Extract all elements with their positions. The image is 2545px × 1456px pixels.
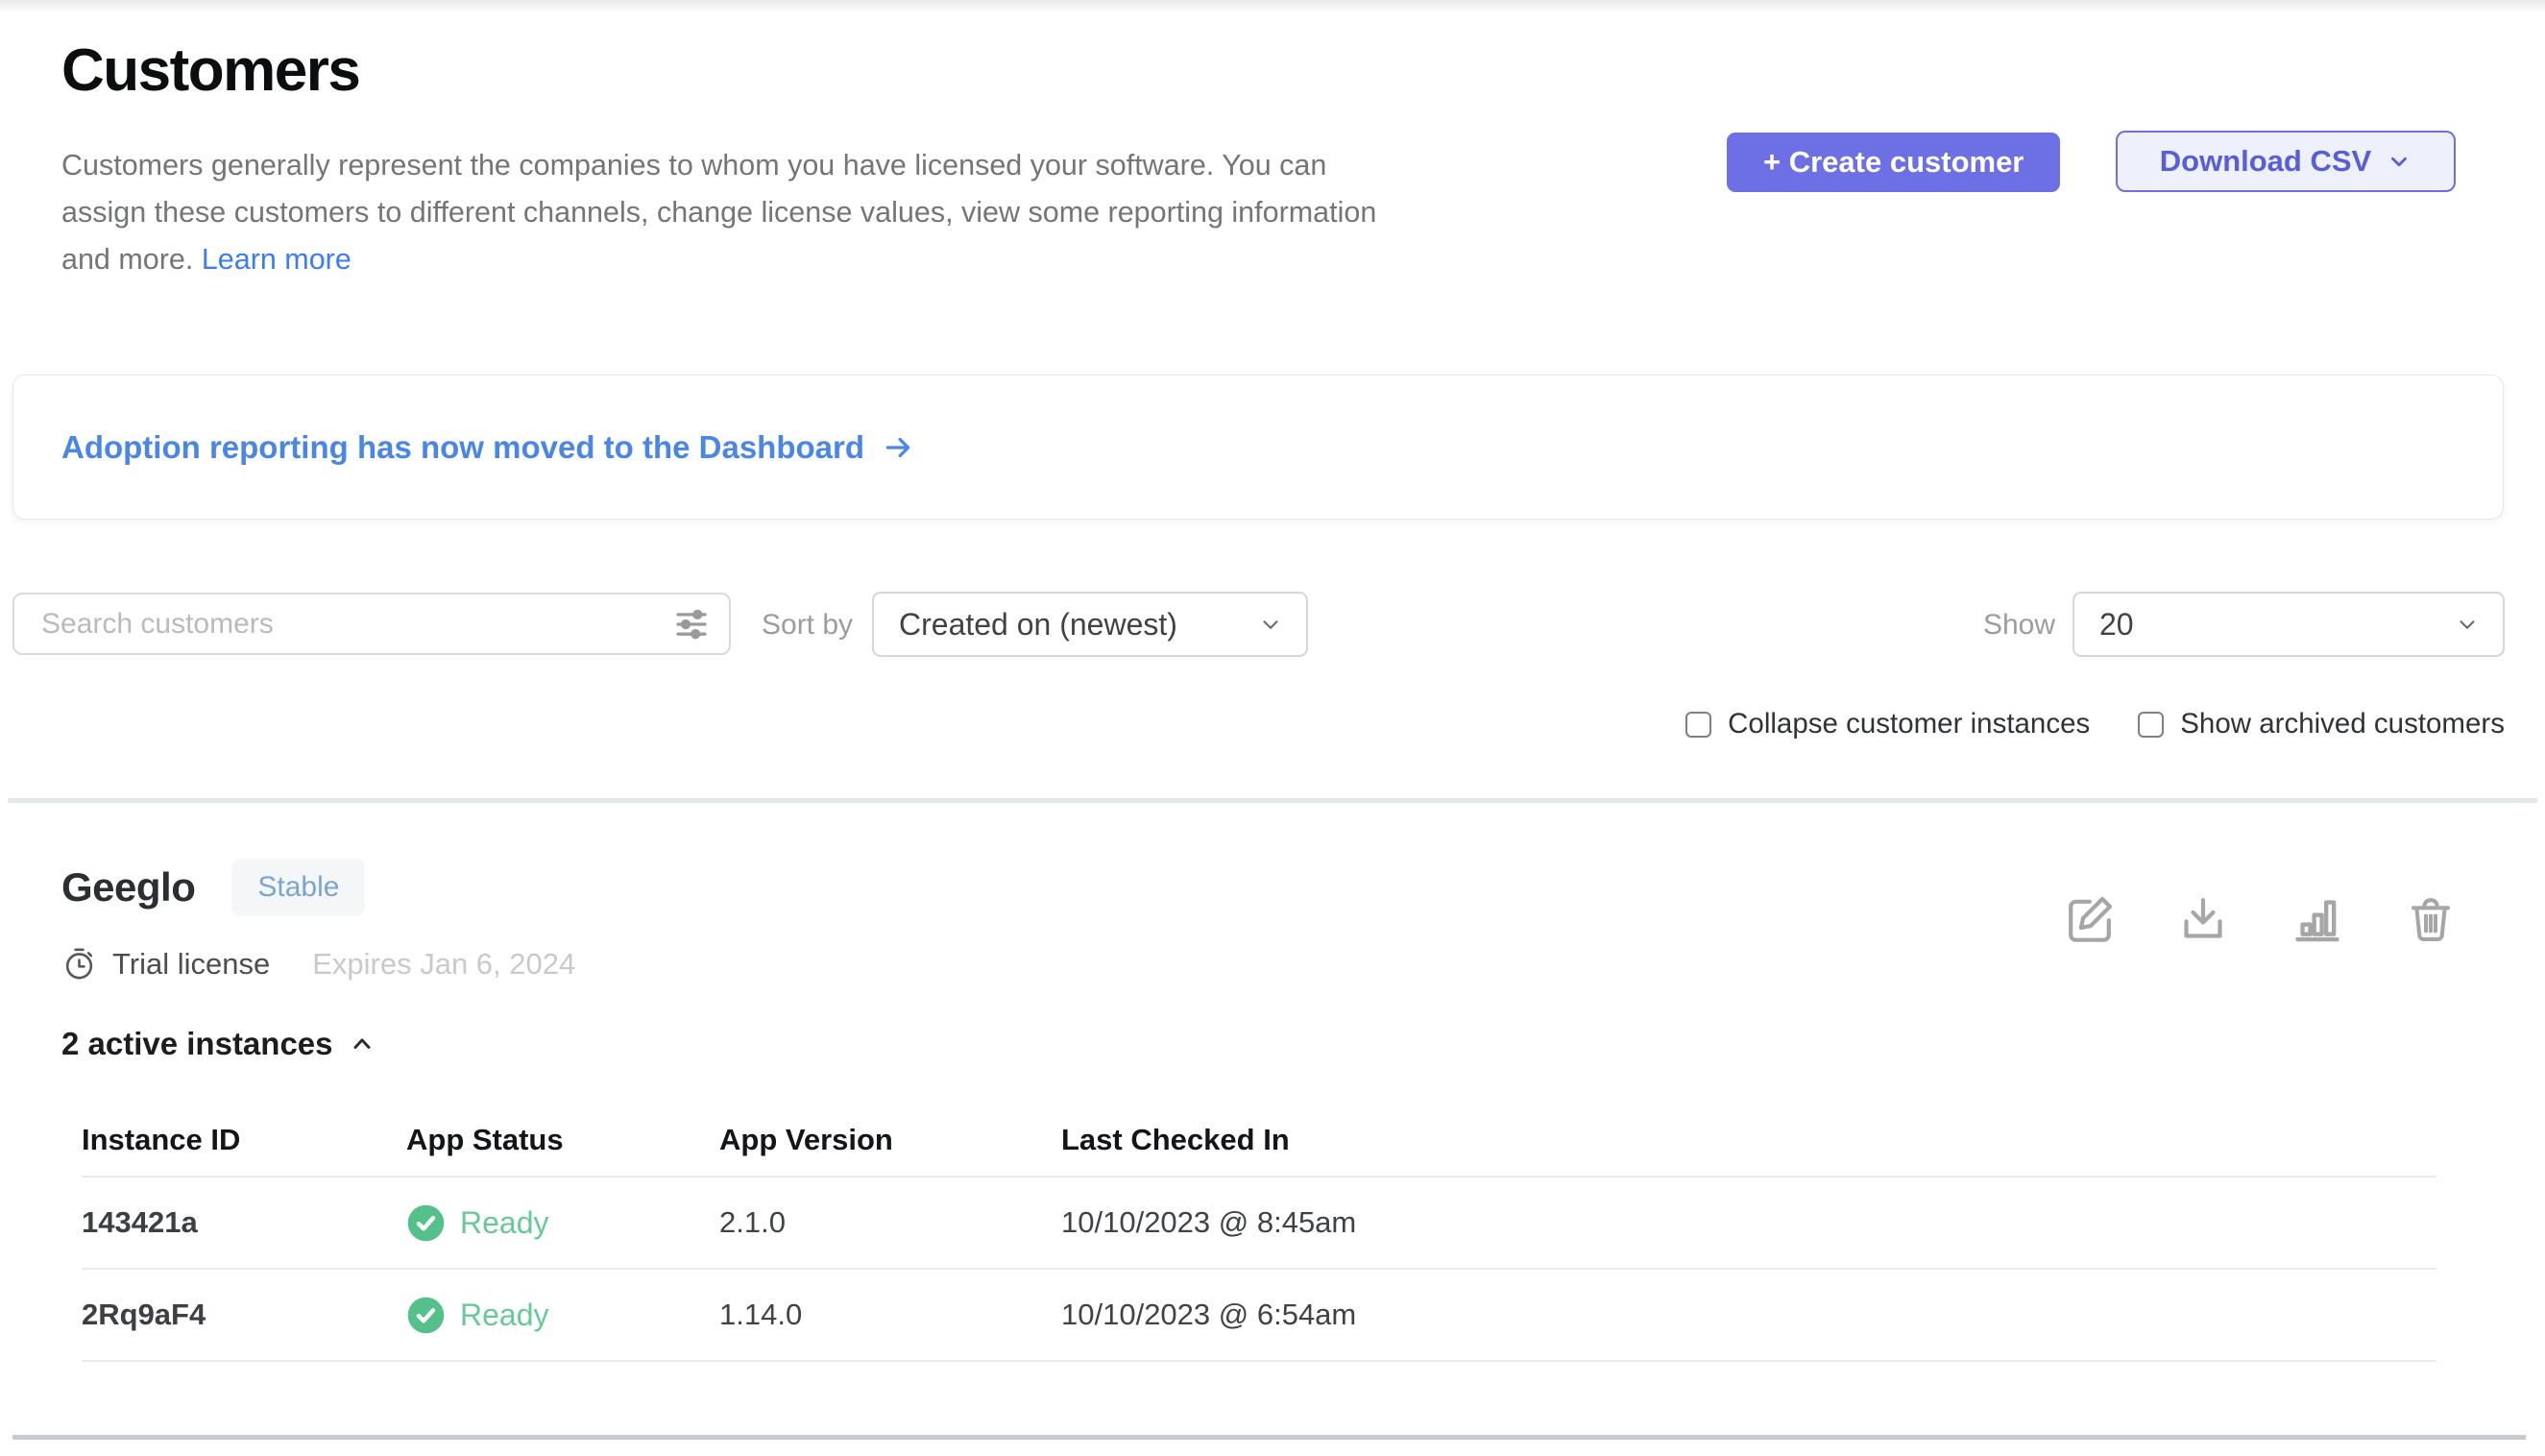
app-version-cell: 2.1.0 [719,1205,1061,1240]
check-circle-icon [406,1203,446,1243]
table-header-row: Instance ID App Status App Version Last … [82,1104,2436,1176]
download-csv-button[interactable]: Download CSV [2116,131,2456,192]
description-line: assign these customers to different chan… [61,189,1376,236]
show-archived-checkbox[interactable] [2138,712,2164,738]
sort-select-value: Created on (newest) [899,607,1177,643]
app-status-text: Ready [460,1205,549,1241]
page-title: Customers [61,36,359,105]
app-status-text: Ready [460,1298,549,1333]
page-bottom-divider [12,1435,2526,1440]
search-customers-wrap [12,593,731,655]
collapse-instances-label: Collapse customer instances [1728,708,2090,740]
show-archived-label: Show archived customers [2180,708,2505,740]
table-row[interactable]: 2Rq9aF4 Ready 1.14.0 10/10/2023 @ 6:54am [82,1268,2436,1360]
chevron-down-icon [2455,612,2480,637]
page-description: Customers generally represent the compan… [61,142,1376,283]
reporting-button[interactable] [2290,891,2345,947]
show-archived-option[interactable]: Show archived customers [2138,708,2505,740]
list-option-checkboxes: Collapse customer instances Show archive… [1685,708,2505,740]
chevron-down-icon [2387,149,2412,174]
download-icon [2176,892,2230,946]
table-bottom-line [82,1360,2436,1362]
instances-table: Instance ID App Status App Version Last … [82,1104,2436,1362]
col-header-instance-id: Instance ID [82,1123,406,1157]
edit-icon [2063,892,2117,946]
create-customer-button[interactable]: + Create customer [1727,133,2060,192]
col-header-app-version: App Version [719,1123,1061,1157]
customer-name[interactable]: Geeglo [61,864,195,910]
table-row[interactable]: 143421a Ready 2.1.0 10/10/2023 @ 8:45am [82,1176,2436,1268]
delete-customer-button[interactable] [2405,893,2457,945]
bar-chart-icon [2290,891,2345,947]
banner-text: Adoption reporting has now moved to the … [61,429,864,466]
col-header-app-status: App Status [406,1123,719,1157]
trash-icon [2405,893,2457,945]
timer-icon [61,946,97,982]
chevron-up-icon [349,1031,376,1057]
show-label: Show [1983,609,2055,642]
collapse-instances-option[interactable]: Collapse customer instances [1685,708,2090,740]
search-input[interactable] [12,593,731,655]
sort-by-label: Sort by [762,609,853,642]
show-count-value: 20 [2099,607,2134,643]
description-line-text: and more. [61,243,193,276]
adoption-reporting-banner[interactable]: Adoption reporting has now moved to the … [12,375,2504,520]
download-csv-label: Download CSV [2160,144,2371,179]
app-status-cell: Ready [406,1296,719,1335]
last-checked-in-cell: 10/10/2023 @ 8:45am [1061,1205,2436,1240]
show-count-select[interactable]: 20 [2072,592,2505,657]
arrow-right-icon [882,431,914,464]
app-status-cell: Ready [406,1203,719,1243]
learn-more-link[interactable]: Learn more [202,243,351,276]
download-license-button[interactable] [2176,892,2230,946]
description-line: Customers generally represent the compan… [61,142,1376,189]
license-expiry: Expires Jan 6, 2024 [312,947,575,982]
license-row: Trial license Expires Jan 6, 2024 [61,946,575,982]
channel-badge[interactable]: Stable [231,859,365,916]
top-shadow [0,0,2545,12]
section-divider [8,798,2537,803]
customer-actions [2063,891,2457,947]
app-version-cell: 1.14.0 [719,1298,1061,1332]
active-instances-label: 2 active instances [61,1026,333,1062]
customer-header: Geeglo Stable [61,859,365,916]
filter-sliders-icon[interactable] [671,604,712,649]
customers-page: Customers Customers generally represent … [0,0,2545,1456]
instance-id-cell: 143421a [82,1205,406,1240]
col-header-last-checked-in: Last Checked In [1061,1123,2436,1157]
check-circle-icon [406,1296,446,1335]
instance-id-cell: 2Rq9aF4 [82,1298,406,1332]
sort-select[interactable]: Created on (newest) [872,592,1308,657]
last-checked-in-cell: 10/10/2023 @ 6:54am [1061,1298,2436,1332]
chevron-down-icon [1258,612,1283,637]
active-instances-toggle[interactable]: 2 active instances [61,1026,376,1062]
collapse-instances-checkbox[interactable] [1685,712,1711,738]
description-line: and more. Learn more [61,236,1376,283]
license-type: Trial license [112,947,270,982]
edit-customer-button[interactable] [2063,892,2117,946]
